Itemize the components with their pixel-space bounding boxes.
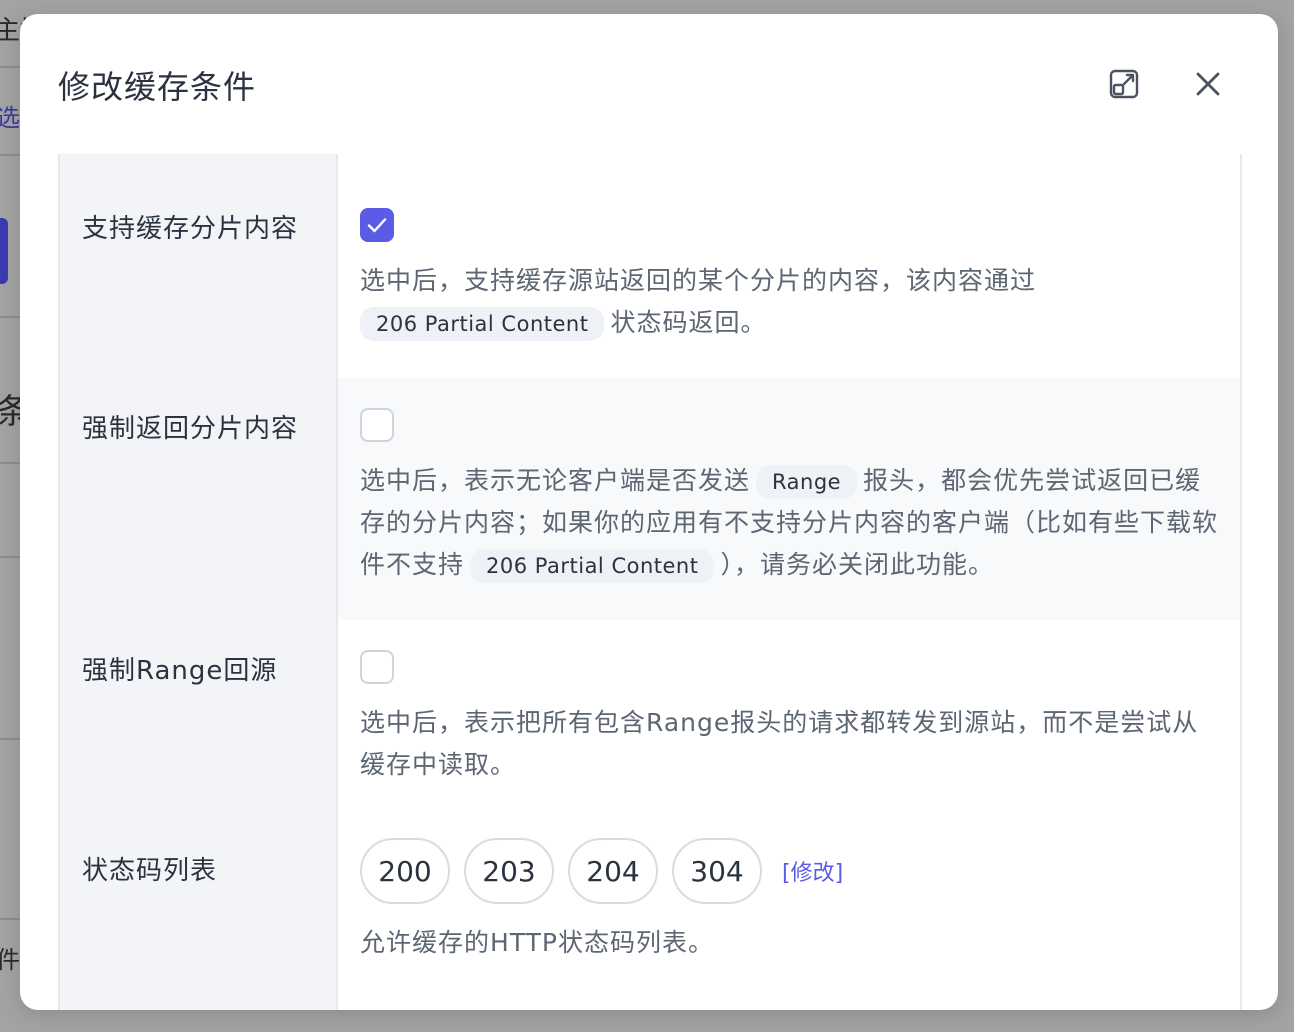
checkmark-icon (367, 218, 387, 233)
expand-icon (1109, 69, 1139, 99)
bg-divider (0, 738, 22, 740)
expand-button[interactable] (1106, 66, 1142, 102)
status-code-list: 200 203 204 304 [修改] (360, 838, 1218, 904)
row-description: 选中后，表示无论客户端是否发送 Range 报头，都会优先尝试返回已缓存的分片内容；… (360, 460, 1218, 586)
force-range-origin-checkbox[interactable] (360, 650, 394, 684)
table-row: 支持缓存分片内容 选中后，支持缓存源站返回的某个分片的内容，该内容通过 206 P… (58, 178, 1242, 380)
bg-divider (0, 66, 22, 68)
support-partial-cache-checkbox[interactable] (360, 208, 394, 242)
table-row: 强制Range回源 选中后，表示把所有包含Range报头的请求都转发到源站，而不… (58, 620, 1242, 822)
row-value-cell: 选中后，支持缓存源站返回的某个分片的内容，该内容通过 206 Partial Co… (338, 178, 1242, 378)
row-value-cell: 选中后，表示把所有包含Range报头的请求都转发到源站，而不是尝试从缓存中读取。 (338, 620, 1242, 820)
bg-divider (0, 154, 22, 156)
row-label: 强制返回分片内容 (58, 378, 338, 620)
edit-cache-conditions-dialog: 修改缓存条件 支持缓存分片内容 选中后，支持缓存源站返回的某个分片的内容，该内容… (20, 14, 1278, 1010)
desc-text: 状态码返回。 (610, 308, 767, 337)
dialog-title: 修改缓存条件 (58, 68, 257, 106)
bg-divider (0, 556, 22, 558)
status-code-chip: 206 Partial Content (360, 307, 605, 341)
row-description: 选中后，表示把所有包含Range报头的请求都转发到源站，而不是尝试从缓存中读取。 (360, 708, 1199, 779)
status-code-tag: 304 (672, 838, 762, 904)
row-value-cell: 200 203 204 304 [修改] 允许缓存的HTTP状态码列表。 (338, 820, 1242, 1006)
bg-divider (0, 462, 22, 464)
status-code-chip: 206 Partial Content (470, 549, 715, 583)
row-description: 选中后，支持缓存源站返回的某个分片的内容，该内容通过 206 Partial Co… (360, 260, 1218, 344)
edit-status-codes-link[interactable]: [修改] (782, 855, 843, 887)
row-label: 状态码列表 (58, 820, 338, 1006)
row-label-cell (58, 154, 338, 178)
row-value-cell: 选中后，表示无论客户端是否发送 Range 报头，都会优先尝试返回已缓存的分片内容；… (338, 378, 1242, 620)
row-description: 允许缓存的HTTP状态码列表。 (360, 928, 714, 957)
settings-table: 支持缓存分片内容 选中后，支持缓存源站返回的某个分片的内容，该内容通过 206 P… (58, 154, 1242, 1010)
row-label-cell (58, 1006, 338, 1010)
status-code-tag: 203 (464, 838, 554, 904)
close-button[interactable] (1190, 66, 1226, 102)
status-code-tag: 200 (360, 838, 450, 904)
bg-fragment (0, 218, 8, 284)
table-row (58, 154, 1242, 180)
table-row: 强制返回分片内容 选中后，表示无论客户端是否发送 Range 报头，都会优先尝试返回… (58, 378, 1242, 622)
bg-divider (0, 918, 22, 920)
row-value-cell (338, 1006, 1242, 1010)
dialog-header: 修改缓存条件 (20, 14, 1278, 154)
header-name-chip: Range (756, 465, 858, 499)
table-row: 状态码列表 200 203 204 304 [修改] 允许缓存的HTTP状态码列… (58, 820, 1242, 1008)
close-icon (1196, 72, 1220, 96)
bg-divider (0, 316, 22, 318)
status-code-tag: 204 (568, 838, 658, 904)
force-partial-return-checkbox[interactable] (360, 408, 394, 442)
table-row (58, 1006, 1242, 1010)
desc-text: 选中后，支持缓存源站返回的某个分片的内容，该内容通过 (360, 266, 1037, 295)
row-label: 强制Range回源 (58, 620, 338, 820)
desc-text: ），请务必关闭此功能。 (720, 550, 994, 579)
desc-text: 选中后，表示无论客户端是否发送 (360, 466, 751, 495)
row-label: 支持缓存分片内容 (58, 178, 338, 378)
row-value-cell (338, 154, 1242, 178)
